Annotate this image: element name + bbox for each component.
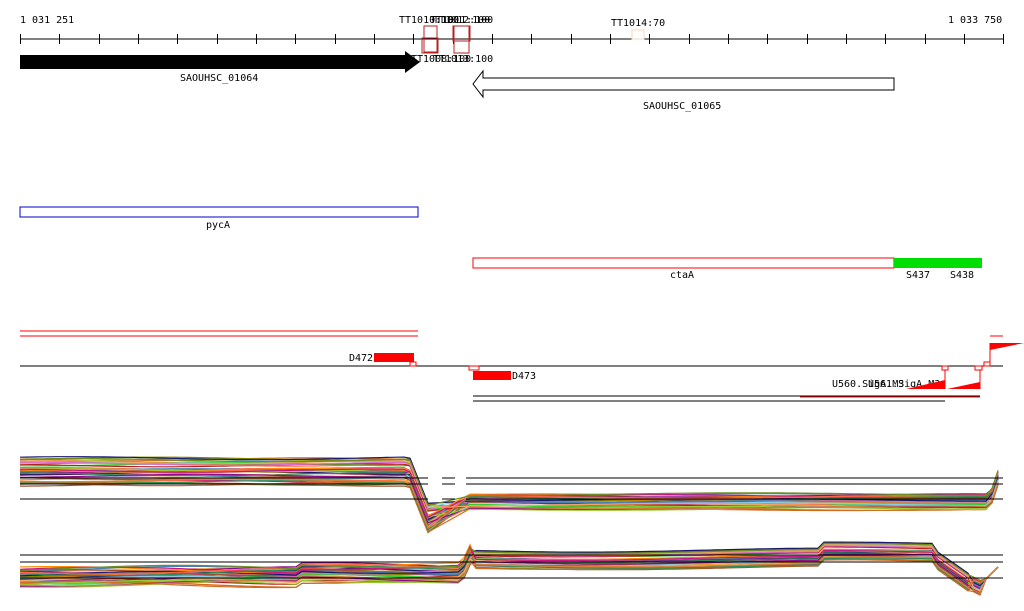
pyca-feature[interactable] — [19, 206, 419, 218]
tss-block[interactable] — [374, 353, 414, 362]
ctaa-feature[interactable] — [472, 257, 895, 269]
segment-label: S438 — [950, 270, 974, 281]
terminator-box[interactable] — [631, 29, 645, 40]
tss-block[interactable] — [473, 371, 511, 380]
gene-label: SAOUHSC_01064 — [180, 73, 258, 84]
terminator-label[interactable]: TT1014:70 — [611, 18, 665, 29]
feature-track: pycA ctaA S437 S438 — [19, 206, 982, 281]
terminator-track: TT1010:100 TT1011:100 TT1012:100 TT1008:… — [399, 15, 665, 65]
segment-label: S437 — [906, 270, 930, 281]
ruler-end-label: 1 033 750 — [948, 15, 1002, 26]
feature-label: ctaA — [670, 270, 694, 281]
gene-arrow-reverse[interactable] — [472, 69, 895, 99]
expression-track-reverse — [19, 541, 1003, 596]
gene-label: SAOUHSC_01065 — [643, 101, 721, 112]
feature-label: pycA — [206, 220, 230, 231]
ruler-start-label: 1 031 251 — [20, 15, 74, 26]
gene-arrow-forward[interactable] — [20, 51, 420, 73]
genome-browser: 1 031 251 1 033 750 TT1010:100 TT1011:10… — [19, 15, 1024, 596]
segment-block[interactable] — [894, 258, 982, 268]
coordinate-ruler: 1 031 251 1 033 750 — [20, 15, 1004, 44]
terminator-label[interactable]: TT1013:100 — [433, 54, 493, 65]
tss-label: D472 — [349, 353, 373, 364]
expression-track-forward — [19, 456, 1003, 534]
tss-label: D473 — [512, 371, 536, 382]
tss-track: D472 D473 U560.SigA.M3 U561.SigA.M3 — [20, 330, 1024, 402]
terminator-label[interactable]: TT1012:100 — [433, 15, 493, 26]
